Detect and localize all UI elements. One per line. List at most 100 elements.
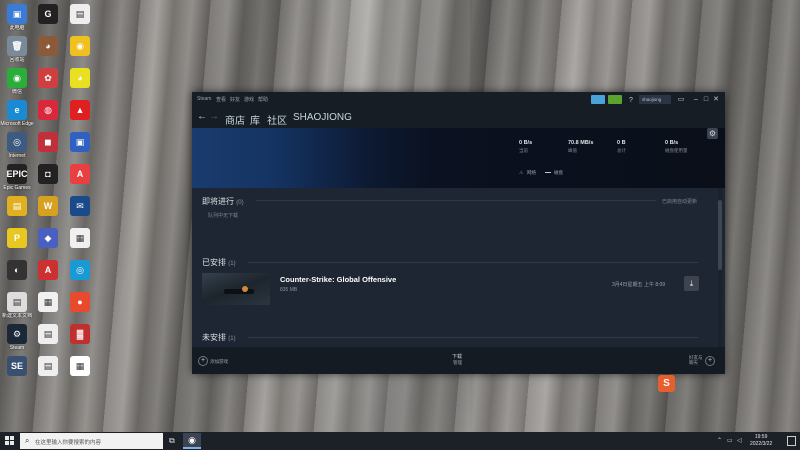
desktop-icon[interactable]: ◎ Internet — [0, 130, 34, 164]
legend-network-icon: ⚠ — [519, 170, 524, 175]
friends-add-icon[interactable]: + — [705, 356, 715, 366]
download-icon[interactable]: ⤓ — [684, 276, 699, 291]
tray-expand-icon[interactable]: ⌃ — [717, 437, 722, 444]
app-icon: ◕ — [70, 68, 90, 88]
notification-icon[interactable] — [787, 436, 796, 446]
stat-disk-label: 磁盘使用量 — [665, 148, 688, 153]
section-scheduled: 已安排 (1) — [202, 258, 236, 267]
friends-chat-button[interactable]: 好友与聊天 — [689, 355, 703, 365]
game-title[interactable]: Counter-Strike: Global Offensive — [280, 275, 396, 284]
taskbar-clock[interactable]: 19:59 2022/3/22 — [750, 434, 772, 448]
taskbar-search-input[interactable]: ⌕ 在这里输入你要搜索的内容 — [20, 433, 163, 449]
settings-gear-icon[interactable]: ⚙ — [707, 128, 718, 139]
task-view-icon[interactable]: ⧉ — [169, 436, 175, 446]
nav-profile[interactable]: SHAOJIONG — [293, 112, 352, 123]
app-icon: ▤ — [70, 4, 90, 24]
notifications-button[interactable] — [608, 95, 622, 104]
desktop-icon[interactable]: ▤ — [31, 354, 65, 388]
divider — [248, 262, 698, 263]
app-icon: e — [7, 100, 27, 120]
app-badge-icon[interactable]: S — [658, 375, 675, 392]
taskbar-steam-icon[interactable]: ◉ — [183, 433, 201, 449]
desktop-icon[interactable]: ◉ — [63, 34, 97, 68]
add-game-button[interactable]: 添加游戏 — [210, 359, 228, 365]
desktop-icon[interactable]: ▤ 新建文本文档 — [0, 290, 34, 324]
desktop-icon[interactable]: P — [0, 226, 34, 260]
screen-icon[interactable]: ▭ — [677, 95, 685, 104]
windows-start-icon[interactable] — [5, 436, 15, 446]
menu-friends[interactable]: 好友 — [230, 96, 240, 103]
divider — [248, 337, 698, 338]
app-icon: ▤ — [38, 356, 58, 376]
desktop-icon[interactable]: ◕ — [31, 34, 65, 68]
desktop-icon[interactable]: ◆ — [31, 226, 65, 260]
desktop-icon[interactable]: ◎ — [63, 258, 97, 292]
back-icon[interactable]: ← — [197, 111, 207, 122]
desktop-icon[interactable]: ▤ — [63, 2, 97, 36]
app-icon: SE — [7, 356, 27, 376]
app-icon: 🗑 — [7, 36, 27, 56]
desktop-icon[interactable]: ◉ 微信 — [0, 66, 34, 100]
app-icon: ▤ — [7, 292, 27, 312]
desktop-icon[interactable]: ◘ — [31, 162, 65, 196]
desktop-icon[interactable]: ⚙ Steam — [0, 322, 34, 356]
desktop-icon[interactable]: ✉ — [63, 194, 97, 228]
help-icon[interactable]: ? — [627, 96, 635, 105]
desktop-icon[interactable]: ▤ — [0, 194, 34, 228]
desktop-icon[interactable]: ▦ — [63, 354, 97, 388]
desktop-icon[interactable]: ◍ — [31, 98, 65, 132]
desktop-icon[interactable]: ▓ — [63, 322, 97, 356]
desktop-icon[interactable]: ✿ — [31, 66, 65, 100]
steam-footer: + 添加游戏 下载 管理 好友与聊天 + — [192, 347, 725, 374]
desktop-icon[interactable]: e Microsoft Edge — [0, 98, 34, 132]
desktop-icon[interactable]: ● — [63, 290, 97, 324]
desktop-icon[interactable]: ◼ — [31, 130, 65, 164]
network-icon[interactable]: ▭ — [727, 437, 733, 444]
broadcast-button[interactable] — [591, 95, 605, 104]
steam-titlebar[interactable]: Steam 查看 好友 游戏 帮助 ? shaojiong ▭ – □ ✕ — [192, 92, 725, 108]
desktop-icon[interactable]: ◐ — [0, 258, 34, 292]
app-icon: ◆ — [38, 228, 58, 248]
desktop-icon[interactable]: ▣ 此电脑 — [0, 2, 34, 36]
app-icon: ◍ — [38, 100, 58, 120]
scrollbar-thumb[interactable] — [718, 200, 722, 270]
app-icon: ▦ — [38, 292, 58, 312]
desktop-icon[interactable]: A — [31, 258, 65, 292]
desktop-icon[interactable]: ▤ — [31, 322, 65, 356]
minimize-icon[interactable]: – — [692, 95, 700, 104]
forward-icon[interactable]: → — [209, 111, 219, 122]
desktop-icon[interactable]: G — [31, 2, 65, 36]
section-upcoming: 即将进行 (0) — [202, 197, 244, 206]
volume-icon[interactable]: ◁ — [737, 437, 742, 444]
downloads-button[interactable]: 下载 — [452, 353, 462, 360]
scheduled-time: 3月4日星期五 上午 8:09 — [612, 282, 666, 288]
download-item-csgo[interactable]: Counter-Strike: Global Offensive 835 MB … — [202, 272, 707, 306]
app-icon: ▦ — [70, 356, 90, 376]
close-icon[interactable]: ✕ — [712, 95, 720, 104]
desktop-icon[interactable]: 🗑 回收站 — [0, 34, 34, 68]
desktop-icon[interactable]: ▣ — [63, 130, 97, 164]
desktop-icon[interactable]: A — [63, 162, 97, 196]
desktop-icon[interactable]: ▦ — [31, 290, 65, 324]
game-thumbnail — [202, 273, 270, 305]
menu-view[interactable]: 查看 — [216, 96, 226, 103]
app-icon: ▤ — [38, 324, 58, 344]
nav-store[interactable]: 商店 — [225, 112, 245, 127]
desktop-icon[interactable]: ◕ — [63, 66, 97, 100]
nav-community[interactable]: 社区 — [267, 112, 287, 127]
account-menu[interactable]: shaojiong — [639, 95, 671, 104]
menu-games[interactable]: 游戏 — [244, 96, 254, 103]
nav-library[interactable]: 库 — [250, 112, 260, 127]
clock-time: 19:59 — [754, 434, 768, 440]
maximize-icon[interactable]: □ — [702, 95, 710, 104]
desktop-icon[interactable]: ▦ — [63, 226, 97, 260]
desktop-icon[interactable]: EPIC Epic Games — [0, 162, 34, 196]
desktop-icon[interactable]: ▲ — [63, 98, 97, 132]
menu-help[interactable]: 帮助 — [258, 96, 268, 103]
add-game-icon[interactable]: + — [198, 356, 208, 366]
desktop-icon[interactable]: W — [31, 194, 65, 228]
desktop-icon[interactable]: SE — [0, 354, 34, 388]
clock-date: 2022/3/22 — [750, 441, 773, 447]
menu-steam[interactable]: Steam — [197, 96, 211, 102]
divider — [256, 200, 656, 201]
